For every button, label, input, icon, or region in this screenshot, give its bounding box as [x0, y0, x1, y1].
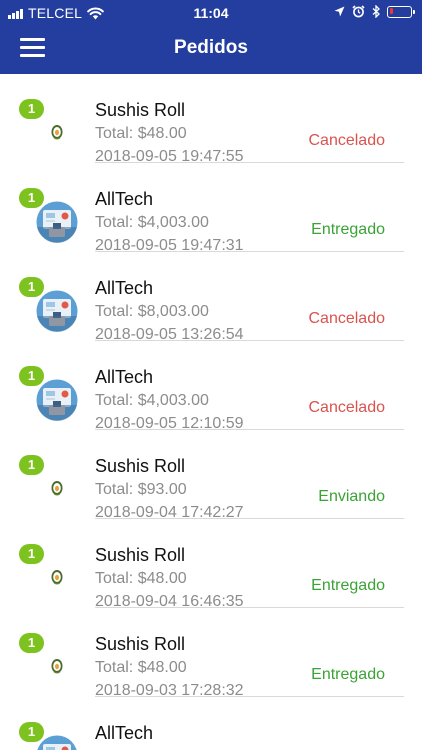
sushi-icon	[36, 646, 78, 688]
quantity-badge: 1	[19, 722, 44, 742]
store-name: AllTech	[95, 367, 154, 387]
order-status: Cancelado	[308, 310, 386, 327]
page-title: Pedidos	[174, 37, 248, 58]
order-total: Total: $48.00	[95, 570, 187, 587]
bluetooth-icon	[372, 5, 380, 18]
order-total: Total: $48.00	[95, 659, 187, 676]
store-name: Sushis Roll	[95, 545, 186, 565]
store-name: Sushis Roll	[95, 456, 186, 476]
sushi-icon	[36, 468, 78, 510]
app-header: TELCEL 11:04 Pedidos	[0, 0, 422, 74]
sushi-icon	[36, 112, 78, 154]
order-list-item[interactable]: 1 Sushis Roll Total: $48.00 2018-09-03 17:2…	[0, 608, 422, 699]
sushi-icon	[36, 557, 78, 599]
order-list-item[interactable]: 1 AllTech Total: $4,003.00 2018-09-05 19:47…	[0, 163, 422, 254]
quantity-badge: 1	[19, 99, 44, 119]
order-total: Total: $4,003.00	[95, 214, 209, 231]
quantity-badge: 1	[19, 455, 44, 475]
order-list-item[interactable]: 1 Sushis Roll Total: $48.00 2018-09-04 16:4…	[0, 519, 422, 610]
alarm-icon	[352, 5, 365, 18]
tech-store-icon	[36, 290, 78, 332]
battery-icon	[387, 5, 415, 18]
store-name: AllTech	[95, 723, 154, 743]
order-total: Total: $48.00	[95, 125, 187, 142]
location-arrow-icon	[334, 6, 345, 17]
quantity-badge: 1	[19, 366, 44, 386]
order-total: Total: $8,003.00	[95, 303, 209, 320]
status-bar-right	[334, 5, 415, 18]
quantity-badge: 1	[19, 188, 44, 208]
store-name: Sushis Roll	[95, 634, 186, 654]
quantity-badge: 1	[19, 544, 44, 564]
order-status: Entregado	[311, 666, 385, 683]
order-list-item[interactable]: 1 AllTech Total: $8,003.00 2018-09-05 13:26…	[0, 252, 422, 343]
order-total: Total: $93.00	[95, 481, 187, 498]
quantity-badge: 1	[19, 633, 44, 653]
quantity-badge: 1	[19, 277, 44, 297]
order-list-item[interactable]: 1 AllTech	[0, 697, 422, 750]
store-name: Sushis Roll	[95, 100, 186, 120]
order-status: Entregado	[311, 221, 385, 238]
tech-store-icon	[36, 201, 78, 243]
battery-level-fill	[389, 8, 393, 14]
store-name: AllTech	[95, 189, 154, 209]
order-status: Cancelado	[308, 132, 386, 149]
store-name: AllTech	[95, 278, 154, 298]
orders-list[interactable]: 1 Sushis Roll Total: $48.00 2018-09-05 19:4…	[0, 74, 422, 750]
order-status: Entregado	[311, 577, 385, 594]
order-status: Cancelado	[308, 399, 386, 416]
order-list-item[interactable]: 1 Sushis Roll Total: $93.00 2018-09-04 17:4…	[0, 430, 422, 521]
order-status: Enviando	[318, 488, 385, 505]
tech-store-icon	[36, 379, 78, 421]
order-total: Total: $4,003.00	[95, 392, 209, 409]
status-bar: TELCEL 11:04	[0, 0, 422, 26]
order-list-item[interactable]: 1 Sushis Roll Total: $48.00 2018-09-05 19:4…	[0, 74, 422, 165]
order-list-item[interactable]: 1 AllTech Total: $4,003.00 2018-09-05 12:10…	[0, 341, 422, 432]
